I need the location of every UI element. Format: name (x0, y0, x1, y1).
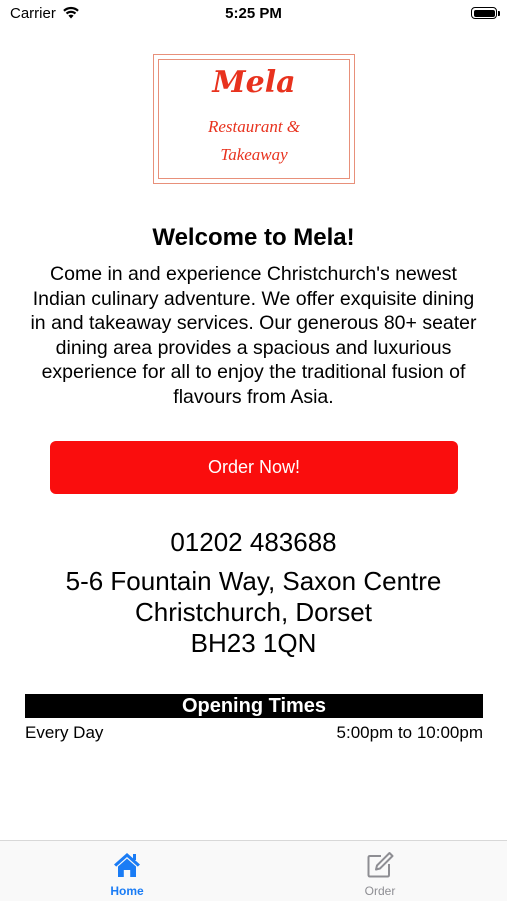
welcome-description: Come in and experience Christchurch's ne… (30, 263, 477, 408)
order-now-button[interactable]: Order Now! (50, 441, 458, 494)
status-bar: Carrier 5:25 PM (0, 0, 507, 30)
tab-home-label: Home (110, 884, 144, 898)
house-icon (114, 853, 140, 877)
logo-subtitle-line1: Restaurant & (207, 117, 301, 136)
tab-bar: Home Order (0, 840, 507, 901)
address-line2: Christchurch, Dorset (135, 597, 372, 627)
opening-times-header: Opening Times (25, 694, 483, 718)
phone-number[interactable]: 01202 483688 (0, 527, 507, 558)
tab-home[interactable]: Home (67, 841, 187, 901)
opening-times-row: Every Day 5:00pm to 10:00pm (25, 723, 483, 743)
address-line3: BH23 1QN (190, 628, 317, 658)
battery-cap (498, 11, 500, 16)
status-time: 5:25 PM (225, 5, 282, 22)
welcome-heading: Welcome to Mela! (152, 224, 355, 251)
logo-title: Mela (212, 65, 296, 100)
battery-icon (471, 7, 497, 19)
restaurant-logo: Mela Restaurant & Takeaway (153, 54, 355, 184)
opening-hours: 5:00pm to 10:00pm (336, 723, 483, 742)
tab-order[interactable]: Order (320, 841, 440, 901)
tab-order-label: Order (364, 884, 396, 898)
opening-day: Every Day (25, 723, 104, 742)
address: 5-6 Fountain Way, Saxon Centre Christchu… (0, 566, 507, 659)
logo-subtitle-line2: Takeaway (220, 145, 288, 164)
address-line1: 5-6 Fountain Way, Saxon Centre (65, 566, 442, 596)
edit-icon (367, 852, 394, 878)
